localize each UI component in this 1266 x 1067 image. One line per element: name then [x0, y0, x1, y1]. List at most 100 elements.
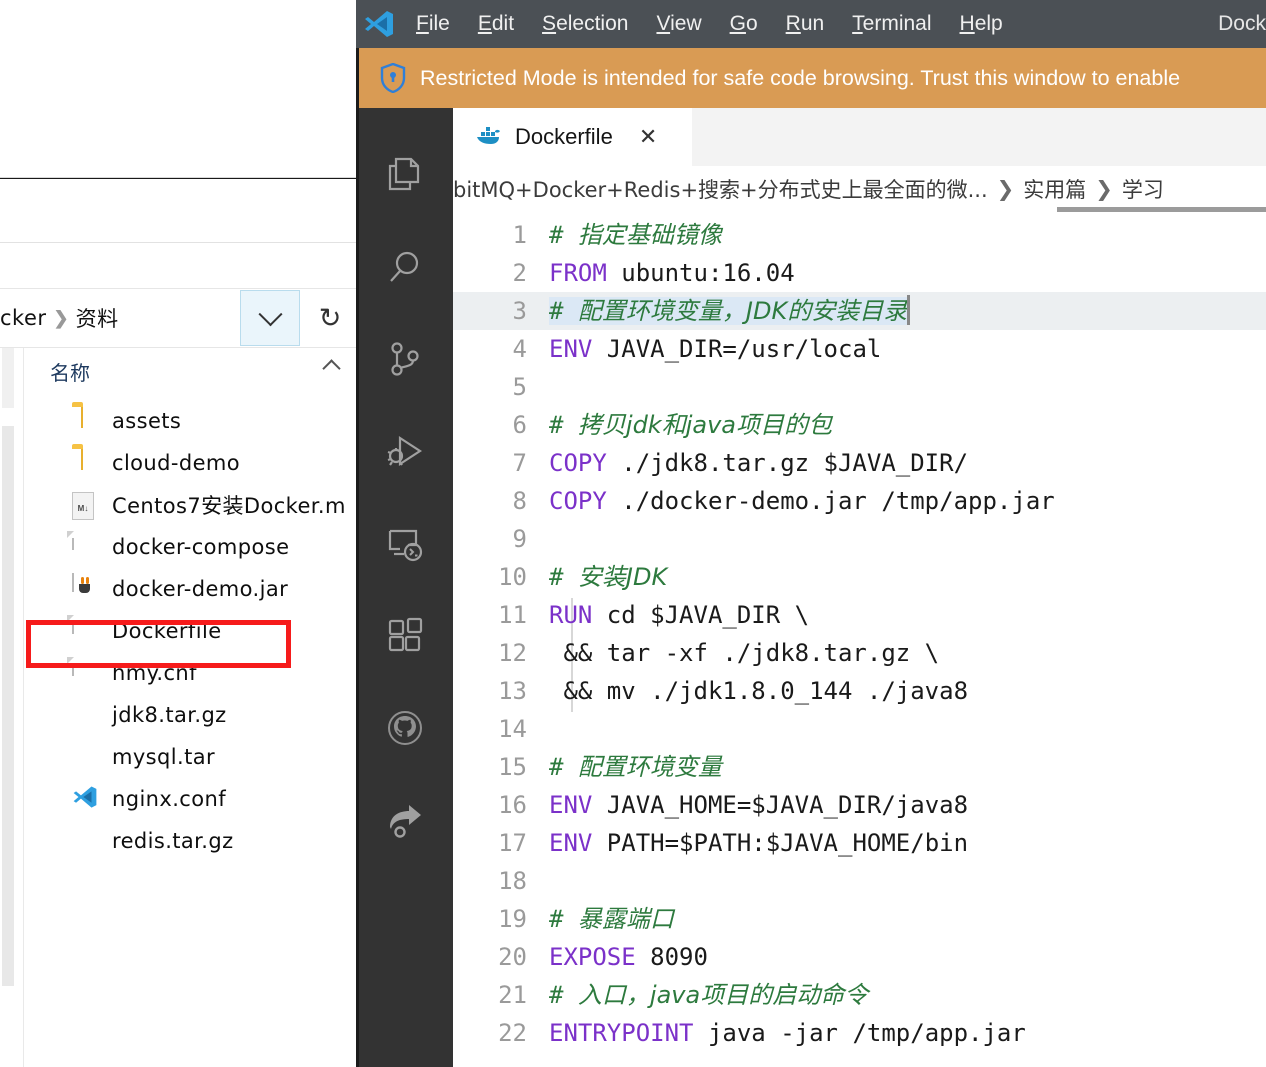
explorer-icon[interactable] — [356, 130, 453, 222]
line-content[interactable]: # 指定基础镜像 — [549, 216, 722, 254]
code-line[interactable]: 20 EXPOSE 8090 — [453, 938, 1266, 976]
address-dropdown-button[interactable] — [240, 290, 300, 346]
vscode-window-edge — [356, 0, 359, 1067]
code-line[interactable]: 19 # 暴露端口 — [453, 900, 1266, 938]
line-content[interactable]: ENV PATH=$PATH:$JAVA_HOME/bin — [549, 824, 968, 862]
list-item[interactable]: nginx.conf — [24, 778, 360, 820]
column-header-name[interactable]: 名称 — [50, 357, 90, 386]
menu-item-go[interactable]: Go — [716, 12, 772, 36]
file-name-label: nginx.conf — [112, 787, 226, 811]
breadcrumb-segment-0[interactable]: bitMQ+Docker+Redis+搜索+分布式史上最全面的微... — [453, 174, 988, 204]
run-and-debug-icon[interactable] — [356, 406, 453, 498]
code-line[interactable]: 22 ENTRYPOINT java -jar /tmp/app.jar — [453, 1014, 1266, 1052]
github-icon[interactable] — [356, 682, 453, 774]
line-content[interactable]: && mv ./jdk1.8.0_144 ./java8 — [549, 672, 968, 710]
search-icon[interactable] — [356, 222, 453, 314]
code-line[interactable]: 11 RUN cd $JAVA_DIR \ — [453, 596, 1266, 634]
menu-items: File Edit Selection View Go Run Terminal Help — [402, 12, 1017, 36]
chevron-up-icon[interactable] — [322, 359, 341, 378]
line-content[interactable]: RUN cd $JAVA_DIR \ — [549, 596, 809, 634]
menu-item-help[interactable]: Help — [946, 12, 1017, 36]
line-content[interactable]: ENTRYPOINT java -jar /tmp/app.jar — [549, 1014, 1026, 1052]
breadcrumb-segment-current[interactable]: 资料 — [76, 303, 119, 333]
code-line[interactable]: 10 # 安装JDK — [453, 558, 1266, 596]
code-line[interactable]: 21 # 入口，java项目的启动命令 — [453, 976, 1266, 1014]
line-number: 1 — [512, 221, 527, 249]
code-line[interactable]: 15 # 配置环境变量 — [453, 748, 1266, 786]
menu-item-edit[interactable]: Edit — [464, 12, 528, 36]
explorer-address-bar[interactable]: cker ❯ 资料 ↻ — [0, 288, 360, 348]
code-line[interactable]: 7 COPY ./jdk8.tar.gz $JAVA_DIR/ — [453, 444, 1266, 482]
line-number: 6 — [512, 411, 527, 439]
list-item[interactable]: assets — [24, 400, 360, 442]
menu-item-view[interactable]: View — [642, 12, 715, 36]
code-line[interactable]: 2 FROM ubuntu:16.04 — [453, 254, 1266, 292]
close-icon[interactable]: ✕ — [639, 126, 657, 148]
code-line[interactable]: 5 — [453, 368, 1266, 406]
menu-item-selection[interactable]: Selection — [528, 12, 642, 36]
remote-explorer-icon[interactable] — [356, 498, 453, 590]
code-line[interactable]: 6 # 拷贝jdk和java项目的包 — [453, 406, 1266, 444]
navigation-pane[interactable] — [0, 348, 24, 1067]
line-content[interactable]: # 入口，java项目的启动命令 — [549, 976, 868, 1014]
code-line[interactable]: 16 ENV JAVA_HOME=$JAVA_DIR/java8 — [453, 786, 1266, 824]
vscode-main-area: Dockerfile ✕ bitMQ+Docker+Redis+搜索+分布式史上… — [356, 108, 1266, 1067]
line-content[interactable]: COPY ./docker-demo.jar /tmp/app.jar — [549, 482, 1055, 520]
list-item[interactable]: redis.tar.gz — [24, 820, 360, 862]
list-item[interactable]: jdk8.tar.gz — [24, 694, 360, 736]
code-line[interactable]: 9 — [453, 520, 1266, 558]
source-control-icon[interactable] — [356, 314, 453, 406]
code-line[interactable]: 13 && mv ./jdk1.8.0_144 ./java8 — [453, 672, 1266, 710]
extensions-icon[interactable] — [356, 590, 453, 682]
tab-dockerfile[interactable]: Dockerfile ✕ — [453, 108, 693, 166]
menu-item-file[interactable]: File — [402, 12, 464, 36]
line-number: 3 — [512, 297, 527, 325]
list-item[interactable]: cloud-demo — [24, 442, 360, 484]
line-content[interactable]: FROM ubuntu:16.04 — [549, 254, 795, 292]
line-number: 20 — [498, 943, 527, 971]
list-item[interactable]: hmy.cnf — [24, 652, 360, 694]
list-item[interactable]: mysql.tar — [24, 736, 360, 778]
restricted-mode-banner[interactable]: Restricted Mode is intended for safe cod… — [356, 48, 1266, 108]
generic-file-icon — [72, 657, 74, 676]
menu-bar: File Edit Selection View Go Run Terminal Help D… — [356, 0, 1266, 48]
line-content[interactable]: && tar -xf ./jdk8.tar.gz \ — [549, 634, 939, 672]
list-item[interactable]: M↓ Centos7安装Docker.m — [24, 484, 360, 526]
code-line[interactable]: 1 # 指定基础镜像 — [453, 216, 1266, 254]
menu-item-run[interactable]: Run — [772, 12, 839, 36]
line-content[interactable]: # 暴露端口 — [549, 900, 674, 938]
code-editor[interactable]: 1 # 指定基础镜像 2 FROM ubuntu:16.04 3 # 配置环境变量，JDK… — [453, 212, 1266, 1052]
line-content[interactable]: EXPOSE 8090 — [549, 938, 708, 976]
line-content[interactable]: # 配置环境变量，JDK的安装目录 — [549, 292, 911, 330]
code-line[interactable]: 14 — [453, 710, 1266, 748]
code-line[interactable]: 8 COPY ./docker-demo.jar /tmp/app.jar — [453, 482, 1266, 520]
shield-icon — [380, 62, 406, 94]
menu-item-terminal[interactable]: Terminal — [838, 12, 945, 36]
line-content[interactable]: ENV JAVA_DIR=/usr/local — [549, 330, 881, 368]
share-icon[interactable] — [356, 774, 453, 866]
line-content[interactable]: # 配置环境变量 — [549, 748, 722, 786]
navpane-scroll-top — [2, 348, 14, 408]
line-number: 19 — [498, 905, 527, 933]
breadcrumb[interactable]: cker ❯ 资料 — [0, 289, 240, 347]
list-item[interactable]: docker-compose — [24, 526, 360, 568]
line-content[interactable]: # 安装JDK — [549, 558, 667, 596]
breadcrumb-segment-1[interactable]: 实用篇 — [1023, 174, 1086, 204]
list-item[interactable]: Dockerfile — [24, 610, 360, 652]
line-content[interactable]: # 拷贝jdk和java项目的包 — [549, 406, 832, 444]
file-list-pane[interactable]: 名称 assets cloud-demo M↓ Centos7安装Docker.m do… — [24, 348, 360, 1067]
line-content[interactable]: COPY ./jdk8.tar.gz $JAVA_DIR/ — [549, 444, 968, 482]
code-line[interactable]: 12 && tar -xf ./jdk8.tar.gz \ — [453, 634, 1266, 672]
line-number: 7 — [512, 449, 527, 477]
list-item[interactable]: docker-demo.jar — [24, 568, 360, 610]
code-line[interactable]: 3 # 配置环境变量，JDK的安装目录 — [453, 292, 1266, 330]
line-content[interactable]: ENV JAVA_HOME=$JAVA_DIR/java8 — [549, 786, 968, 824]
code-line[interactable]: 17 ENV PATH=$PATH:$JAVA_HOME/bin — [453, 824, 1266, 862]
breadcrumb-segment-2[interactable]: 学习 — [1122, 174, 1164, 204]
code-line[interactable]: 18 — [453, 862, 1266, 900]
file-icon-wrapper: M↓ — [72, 490, 98, 520]
code-line[interactable]: 4 ENV JAVA_DIR=/usr/local — [453, 330, 1266, 368]
refresh-button[interactable]: ↻ — [300, 290, 360, 346]
navpane-scrollbar[interactable] — [2, 426, 14, 986]
breadcrumb-segment-parent[interactable]: cker — [0, 306, 47, 330]
